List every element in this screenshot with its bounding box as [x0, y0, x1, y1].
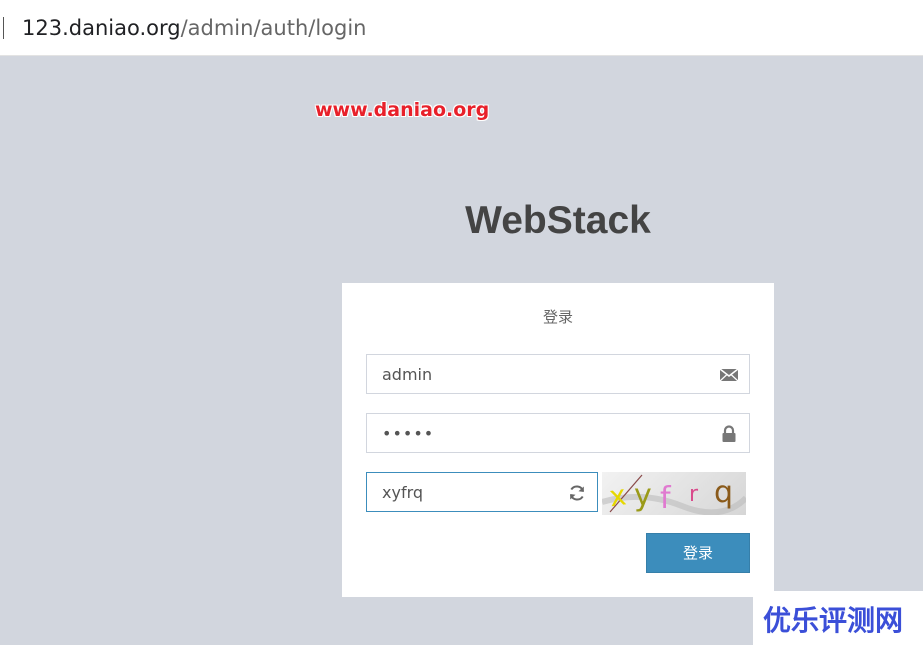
captcha-char-1: x: [607, 478, 628, 513]
password-input[interactable]: [367, 414, 749, 452]
username-field[interactable]: [366, 354, 750, 394]
captcha-image[interactable]: x y f r q: [602, 472, 746, 515]
captcha-field[interactable]: [366, 472, 598, 512]
watermark-bottom: 优乐评测网: [753, 591, 923, 645]
browser-address-bar[interactable]: 123.daniao.org/admin/auth/login: [0, 0, 923, 56]
captcha-char-2: y: [634, 478, 652, 513]
login-box: 登录 x y f r q 登录: [342, 283, 774, 597]
captcha-char-5: q: [714, 475, 733, 510]
watermark-top: www.daniao.org: [315, 99, 490, 121]
login-title: 登录: [542, 308, 573, 326]
url-host: 123.daniao.org: [22, 16, 181, 40]
brand-title: WebStack: [465, 199, 651, 242]
captcha-char-3: f: [660, 481, 672, 515]
text-caret: [3, 17, 4, 39]
refresh-icon[interactable]: [567, 483, 587, 503]
url-path: /admin/auth/login: [180, 16, 367, 40]
password-field[interactable]: [366, 413, 750, 453]
login-submit-button[interactable]: 登录: [646, 533, 750, 573]
username-input[interactable]: [367, 355, 749, 393]
lock-icon: [722, 425, 736, 442]
captcha-char-4: r: [689, 482, 699, 507]
address-url[interactable]: 123.daniao.org/admin/auth/login: [22, 13, 366, 43]
envelope-icon: [719, 368, 739, 382]
watermark-bottom-text: 优乐评测网: [763, 604, 904, 637]
captcha-input[interactable]: [367, 473, 597, 511]
